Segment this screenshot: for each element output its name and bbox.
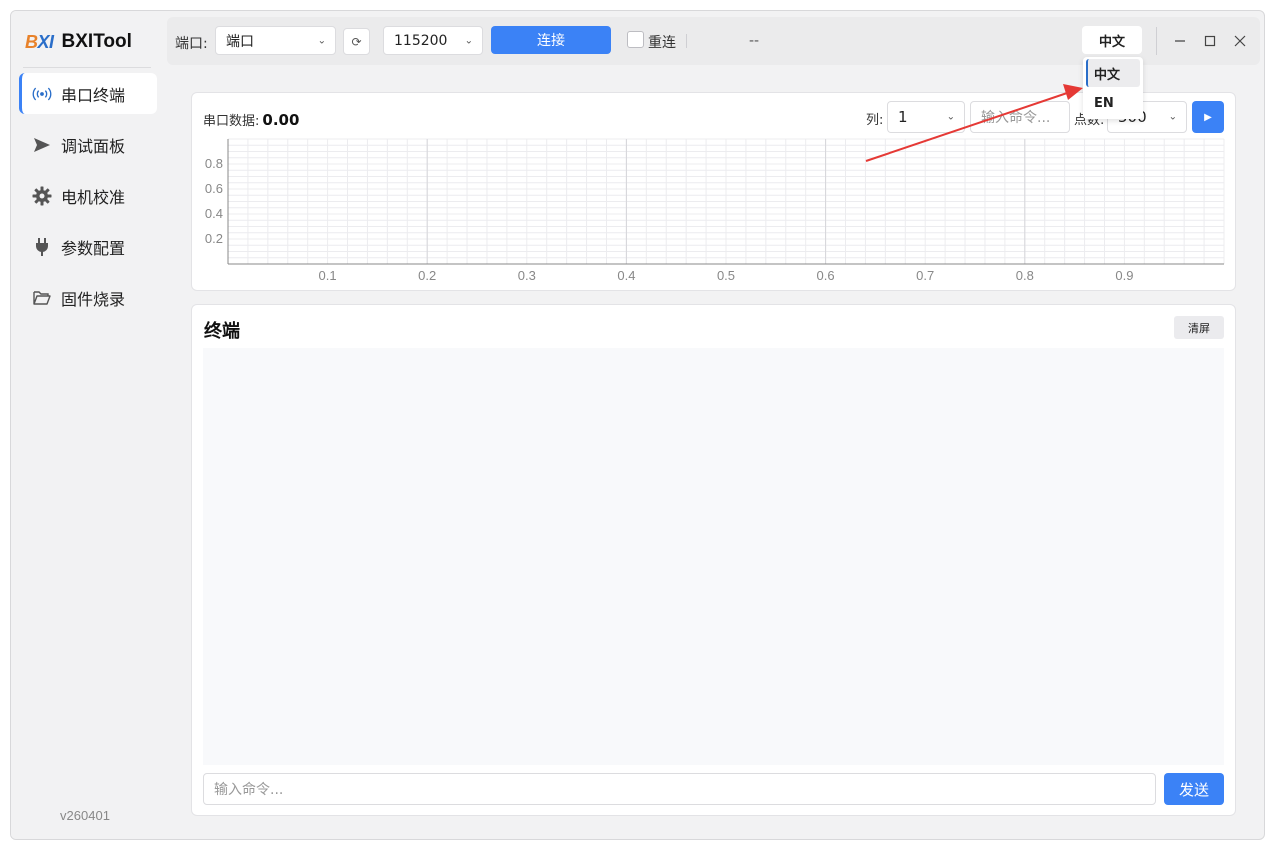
plug-icon — [31, 236, 53, 258]
sidebar-item-label: 固件烧录 — [61, 289, 126, 309]
sidebar-item-debug-panel[interactable]: 调试面板 — [19, 124, 157, 165]
refresh-icon: ⟳ — [351, 34, 362, 49]
sidebar-item-label: 电机校准 — [61, 187, 126, 207]
terminal-panel: 终端 清屏 输入命令... 发送 — [191, 304, 1236, 816]
divider — [23, 67, 151, 68]
reconnect-checkbox[interactable] — [627, 31, 644, 48]
terminal-title: 终端 — [204, 321, 240, 342]
sidebar-item-motor-calibration[interactable]: 电机校准 — [19, 175, 157, 216]
maximize-icon[interactable] — [1201, 32, 1219, 50]
baud-rate-value: 115200 — [394, 32, 448, 49]
y-tick-label: 0.4 — [205, 206, 223, 221]
x-tick-label: 0.6 — [817, 268, 835, 283]
y-tick-label: 0.8 — [205, 156, 223, 171]
chevron-down-icon: ⌄ — [946, 111, 955, 123]
terminal-output — [203, 348, 1224, 765]
sidebar-item-label: 参数配置 — [61, 238, 126, 258]
y-tick-label: 0.6 — [205, 181, 223, 196]
x-tick-label: 0.3 — [518, 268, 536, 283]
radio-wave-icon — [31, 83, 53, 105]
chart-command-input[interactable]: 输入命令... — [970, 101, 1070, 133]
x-tick-label: 0.8 — [1016, 268, 1034, 283]
sidebar: BXI BXITool 串口终端 调试面板 电机校准 参数配置 固件烧录 v26… — [11, 11, 159, 839]
connect-button[interactable]: 连接 — [491, 26, 611, 54]
chart-command-placeholder: 输入命令... — [981, 110, 1051, 126]
port-select[interactable]: 端口 ⌄ — [215, 26, 336, 55]
sidebar-item-label: 串口终端 — [61, 85, 126, 105]
column-select[interactable]: 1 ⌄ — [887, 101, 965, 133]
serial-data-label: 串口数据: — [203, 114, 260, 129]
terminal-command-input[interactable]: 输入命令... — [203, 773, 1156, 805]
serial-data-chart: 0.1 0.2 0.3 0.4 0.5 0.6 0.7 0.8 0.9 0.2 0.4 0.6 0.8 — [205, 138, 1225, 283]
serial-chart-panel: 串口数据:0.00 列: 1 ⌄ 输入命令... 点数: 500 ⌄ ▶ 0.1… — [191, 92, 1236, 291]
app-name: BXITool — [61, 31, 132, 52]
sidebar-item-serial-terminal[interactable]: 串口终端 — [19, 73, 157, 114]
sidebar-item-parameter-config[interactable]: 参数配置 — [19, 226, 157, 267]
column-select-value: 1 — [898, 108, 908, 126]
folder-open-icon — [31, 287, 53, 309]
chevron-down-icon: ⌄ — [1168, 111, 1177, 123]
language-select[interactable]: 中文 — [1082, 26, 1142, 54]
x-tick-label: 0.4 — [617, 268, 635, 283]
start-plot-button[interactable]: ▶ — [1192, 101, 1224, 133]
y-tick-label: 0.2 — [205, 231, 223, 246]
minimize-icon[interactable] — [1171, 32, 1189, 50]
close-icon[interactable] — [1231, 32, 1249, 50]
serial-data-value: 0.00 — [262, 111, 300, 129]
language-dropdown: 中文 EN — [1083, 57, 1143, 119]
terminal-command-placeholder: 输入命令... — [214, 782, 284, 798]
brand: BXI BXITool — [25, 29, 132, 55]
send-icon — [31, 134, 53, 156]
language-option-zh[interactable]: 中文 — [1086, 59, 1140, 87]
chevron-down-icon: ⌄ — [464, 35, 473, 46]
gear-icon — [31, 185, 53, 207]
sidebar-item-firmware-flash[interactable]: 固件烧录 — [19, 277, 157, 318]
column-label: 列: — [866, 113, 884, 128]
port-select-value: 端口 — [226, 33, 254, 50]
x-tick-label: 0.1 — [319, 268, 337, 283]
play-icon: ▶ — [1204, 111, 1212, 123]
chevron-down-icon: ⌄ — [317, 35, 326, 46]
serial-data-readout: 串口数据: 0.00 — [203, 110, 299, 129]
app-window: BXI BXITool 串口终端 调试面板 电机校准 参数配置 固件烧录 v26… — [10, 10, 1265, 840]
sidebar-nav: 串口终端 调试面板 电机校准 参数配置 固件烧录 — [19, 73, 157, 328]
x-tick-label: 0.7 — [916, 268, 934, 283]
connection-status: -- — [749, 33, 760, 49]
port-label: 端口: — [175, 36, 208, 52]
language-option-en[interactable]: EN — [1086, 89, 1140, 117]
divider — [686, 34, 687, 48]
x-tick-label: 0.5 — [717, 268, 735, 283]
clear-screen-button[interactable]: 清屏 — [1174, 316, 1224, 339]
reconnect-label: 重连 — [648, 35, 676, 51]
app-version: v260401 — [60, 808, 110, 823]
refresh-button[interactable]: ⟳ — [343, 28, 370, 55]
send-button[interactable]: 发送 — [1164, 773, 1224, 805]
baud-rate-select[interactable]: 115200 ⌄ — [383, 26, 483, 55]
sidebar-item-label: 调试面板 — [61, 136, 126, 156]
brand-logo: BXI — [25, 31, 54, 52]
divider — [1156, 27, 1157, 55]
x-tick-label: 0.2 — [418, 268, 436, 283]
x-tick-label: 0.9 — [1115, 268, 1133, 283]
